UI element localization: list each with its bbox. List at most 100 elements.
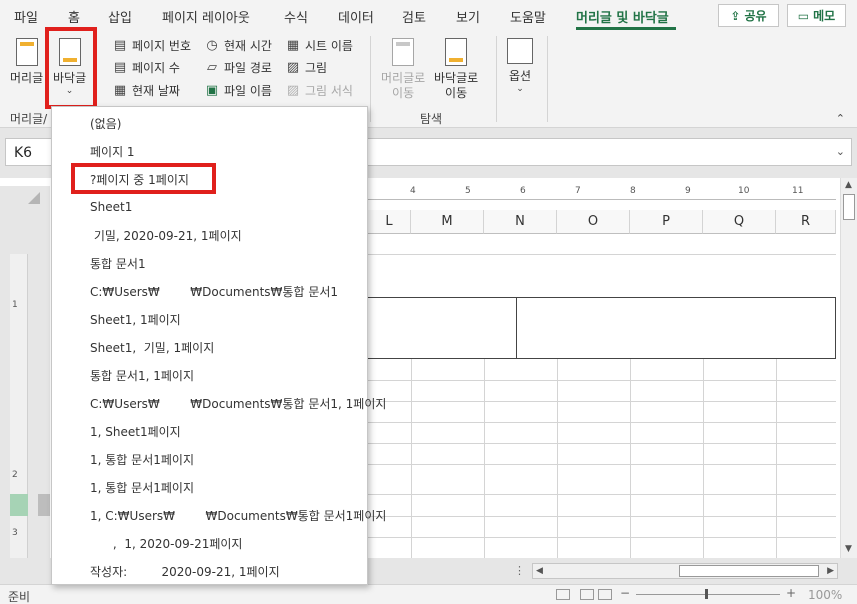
select-all-corner[interactable] xyxy=(0,186,50,234)
header-left-section[interactable] xyxy=(368,297,516,359)
horizontal-ruler: 4 5 6 7 8 9 10 11 xyxy=(368,186,836,200)
footer-option[interactable]: (없음) xyxy=(53,109,367,137)
header-right-section[interactable] xyxy=(516,297,836,359)
column-header-n[interactable]: N xyxy=(484,210,557,234)
options-button[interactable]: 옵션 ⌄ xyxy=(507,38,533,94)
footer-option[interactable]: 1, 통합 문서1페이지 xyxy=(53,445,367,473)
vertical-scroll-thumb[interactable] xyxy=(843,194,855,220)
file-name-button[interactable]: ▣ 파일 이름 xyxy=(204,80,272,100)
picture-button[interactable]: ▨ 그림 xyxy=(285,57,327,77)
collapse-ribbon-icon[interactable]: ⌃ xyxy=(836,112,845,125)
zoom-in-icon[interactable]: + xyxy=(786,586,796,600)
memo-label: 메모 xyxy=(813,9,836,23)
ruler-h-label: 6 xyxy=(520,186,526,196)
active-tab-underline xyxy=(576,27,676,30)
column-header-m[interactable]: M xyxy=(411,210,484,234)
footer-option[interactable]: 페이지 1 xyxy=(53,137,367,165)
clock-icon: ◷ xyxy=(206,37,218,53)
tab-view[interactable]: 보기 xyxy=(456,7,480,26)
share-button[interactable]: ⇪ 공유 xyxy=(718,4,779,27)
format-picture-button[interactable]: ▨ 그림 서식 xyxy=(285,80,353,100)
current-time-button[interactable]: ◷ 현재 시간 xyxy=(204,35,272,55)
tab-home[interactable]: 홈 xyxy=(68,7,80,26)
scroll-down-icon[interactable]: ▼ xyxy=(845,544,852,554)
page-count-button[interactable]: ▤ 페이지 수 xyxy=(112,57,180,77)
zoom-slider-thumb[interactable] xyxy=(705,589,708,599)
footer-option[interactable]: Sheet1, 1페이지 xyxy=(53,305,367,333)
footer-option[interactable]: 1, C:₩Users₩ ₩Documents₩통합 문서1페이지 xyxy=(53,501,386,529)
tab-page-layout[interactable]: 페이지 레이아웃 xyxy=(162,7,250,26)
tab-help[interactable]: 도움말 xyxy=(510,7,546,26)
footer-option[interactable]: Sheet1 xyxy=(53,193,367,221)
zoom-slider[interactable] xyxy=(636,594,780,595)
ruler-h-label: 11 xyxy=(792,186,804,196)
active-row-header xyxy=(38,494,50,516)
tab-header-footer[interactable]: 머리글 및 바닥글 xyxy=(576,7,669,26)
column-header-q[interactable]: Q xyxy=(703,210,776,234)
tab-review[interactable]: 검토 xyxy=(402,7,426,26)
column-header-p[interactable]: P xyxy=(630,210,703,234)
grid-line xyxy=(776,359,777,558)
options-icon xyxy=(507,38,533,64)
file-path-button[interactable]: ▱ 파일 경로 xyxy=(204,57,272,77)
horizontal-scroll-thumb[interactable] xyxy=(679,565,819,577)
page-number-button[interactable]: ▤ 페이지 번호 xyxy=(112,35,191,55)
footer-option[interactable]: 작성자: 2020-09-21, 1페이지 xyxy=(53,557,367,585)
zoom-level[interactable]: 100% xyxy=(808,588,842,602)
footer-option[interactable]: 1, 통합 문서1페이지 xyxy=(53,473,367,501)
chevron-down-icon: ⌄ xyxy=(516,84,524,94)
scroll-up-icon[interactable]: ▲ xyxy=(845,180,852,190)
page-header-area[interactable] xyxy=(368,254,836,297)
footer-option[interactable]: , 1, 2020-09-21페이지 xyxy=(53,529,367,557)
page-number-icon: ▤ xyxy=(113,37,127,53)
zoom-out-icon[interactable]: − xyxy=(620,586,630,600)
ruler-h-label: 10 xyxy=(738,186,750,196)
tab-insert[interactable]: 삽입 xyxy=(108,7,132,26)
footer-option[interactable]: C:₩Users₩ ₩Documents₩통합 문서1, 1페이지 xyxy=(53,389,386,417)
current-date-label: 현재 날짜 xyxy=(132,83,180,98)
horizontal-scrollbar[interactable]: ◀ ▶ xyxy=(532,563,838,579)
header-button[interactable]: 머리글 xyxy=(10,38,43,86)
column-header-r[interactable]: R xyxy=(776,210,836,234)
page-break-view-icon[interactable] xyxy=(598,589,612,600)
footer-option[interactable]: 통합 문서1, 1페이지 xyxy=(53,361,367,389)
footer-option[interactable]: 기밀, 2020-09-21, 1페이지 xyxy=(53,221,367,249)
goto-header-icon xyxy=(392,38,415,66)
group-label-header-footer: 머리글/ xyxy=(10,112,48,126)
scroll-left-icon[interactable]: ◀ xyxy=(536,566,543,576)
grid-line xyxy=(630,359,631,558)
goto-header-label-1: 머리글로 xyxy=(381,71,426,85)
expand-formula-icon[interactable]: ⌄ xyxy=(836,145,845,158)
tab-formulas[interactable]: 수식 xyxy=(284,7,308,26)
column-header-o[interactable]: O xyxy=(557,210,630,234)
footer-option[interactable]: 통합 문서1 xyxy=(53,249,367,277)
page-layout-view-icon[interactable] xyxy=(580,589,594,600)
grid-line xyxy=(368,401,836,402)
scroll-right-icon[interactable]: ▶ xyxy=(827,566,834,576)
current-date-button[interactable]: ▦ 현재 날짜 xyxy=(112,80,180,100)
sheet-grid-icon: ▦ xyxy=(286,37,300,53)
goto-header-button[interactable]: 머리글로 이동 xyxy=(381,38,425,101)
footer-option[interactable]: 1, Sheet1페이지 xyxy=(53,417,367,445)
goto-footer-button[interactable]: 바닥글로 이동 xyxy=(434,38,478,101)
goto-footer-label-1: 바닥글로 xyxy=(434,71,479,85)
column-header-l[interactable]: L xyxy=(368,210,411,234)
footer-option[interactable]: C:₩Users₩ ₩Documents₩통합 문서1 xyxy=(53,277,367,305)
separator xyxy=(496,36,497,122)
group-label-navigation: 탐색 xyxy=(420,112,443,126)
formula-input[interactable]: ⌄ xyxy=(360,138,852,166)
memo-button[interactable]: ▭ 메모 xyxy=(787,4,846,27)
footer-option[interactable]: Sheet1, 기밀, 1페이지 xyxy=(53,333,367,361)
more-options-icon[interactable]: ⋮ xyxy=(514,564,525,577)
goto-footer-icon xyxy=(445,38,468,66)
vertical-scrollbar[interactable]: ▲ ▼ xyxy=(840,178,857,558)
ruler-h-label: 8 xyxy=(630,186,636,196)
grid-line xyxy=(368,494,836,495)
tab-data[interactable]: 데이터 xyxy=(338,7,374,26)
sheet-name-button[interactable]: ▦ 시트 이름 xyxy=(285,35,353,55)
file-path-label: 파일 경로 xyxy=(224,60,272,75)
ruler-h-label: 4 xyxy=(410,186,416,196)
grid-line xyxy=(703,359,704,558)
tab-file[interactable]: 파일 xyxy=(14,7,38,26)
normal-view-icon[interactable] xyxy=(556,589,570,600)
